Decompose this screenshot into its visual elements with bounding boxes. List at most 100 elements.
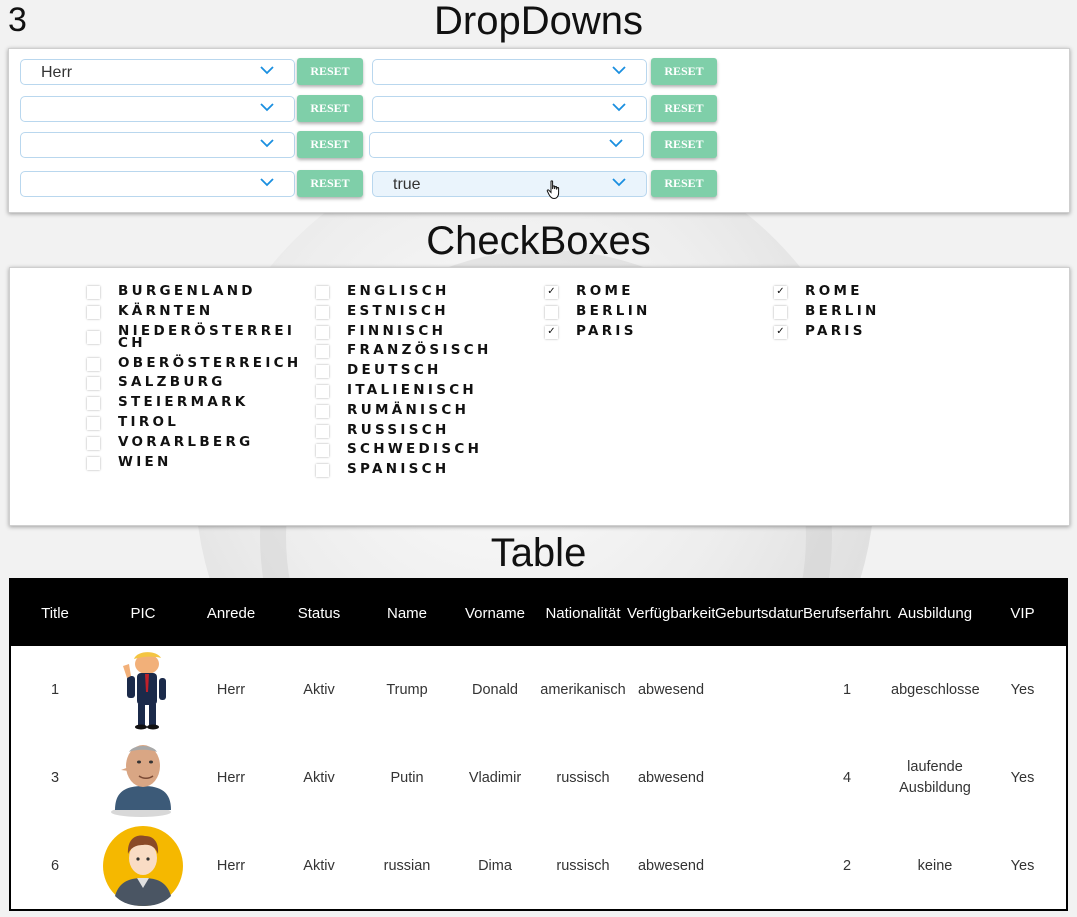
checkboxes-title: CheckBoxes	[426, 219, 651, 263]
checkbox[interactable]	[316, 345, 329, 359]
dropdown-left-2[interactable]	[20, 96, 295, 122]
cell-vorname: Dima	[478, 858, 512, 874]
dropdown-left-4[interactable]	[20, 171, 295, 197]
putin-caricature-image	[111, 745, 171, 817]
checkbox[interactable]	[545, 305, 558, 319]
cell-berufserfahrung: 1	[842, 682, 852, 698]
checkbox-checked[interactable]: ✓	[774, 286, 787, 299]
cell-vip: Yes	[1010, 770, 1035, 786]
cell-nationalitaet: russisch	[556, 858, 610, 874]
checkbox-label: OBERÖSTERREICH	[118, 354, 302, 371]
cell-ausbildung: laufende Ausbildung	[899, 759, 971, 796]
checkbox[interactable]	[87, 377, 100, 391]
checkbox[interactable]	[316, 424, 329, 438]
reset-button[interactable]: RESET	[651, 95, 717, 122]
column-header[interactable]: Vorname	[451, 580, 539, 646]
dropdown-left-3[interactable]	[20, 132, 295, 158]
checkbox[interactable]	[316, 325, 329, 339]
reset-button[interactable]: RESET	[297, 131, 363, 158]
chevron-down-icon	[612, 103, 626, 112]
column-header[interactable]: Geburtsdatum	[715, 580, 803, 646]
checkbox[interactable]	[87, 436, 100, 450]
checkbox-label: PARIS	[576, 322, 637, 339]
column-header[interactable]: Nationalität	[539, 580, 627, 646]
cell-verfuegbarkeit: abwesend	[637, 682, 705, 698]
checkbox[interactable]	[87, 456, 100, 470]
checkbox-checked[interactable]: ✓	[545, 286, 558, 299]
cell-vorname: Donald	[472, 682, 518, 698]
column-header[interactable]: PIC	[99, 580, 187, 646]
checkbox-label: TIROL	[118, 413, 180, 430]
checkbox-label: RUSSISCH	[347, 421, 450, 438]
checkbox[interactable]	[316, 286, 329, 299]
cell-status: Aktiv	[303, 682, 335, 698]
cell-name: Trump	[386, 682, 428, 698]
column-header[interactable]: Title	[11, 580, 99, 646]
cell-nationalitaet: russisch	[556, 770, 610, 786]
column-header[interactable]: Name	[363, 580, 451, 646]
checkbox[interactable]	[316, 305, 329, 319]
checkbox[interactable]	[87, 305, 100, 319]
column-header[interactable]: Berufserfahrung	[803, 580, 891, 646]
checkbox-label: DEUTSCH	[347, 362, 442, 379]
checkbox-label: SALZBURG	[118, 374, 226, 391]
checkbox-label: BURGENLAND	[118, 283, 256, 299]
checkbox[interactable]	[87, 286, 100, 299]
column-header[interactable]: Verfügbarkeit	[627, 580, 715, 646]
checkbox-label: NIEDERÖSTERREICH	[118, 322, 296, 351]
cell-nationalitaet: amerikanisch	[540, 682, 626, 698]
cell-anrede: Herr	[216, 682, 246, 698]
checkbox[interactable]	[87, 416, 100, 430]
checkbox[interactable]	[316, 464, 329, 478]
checkbox[interactable]	[87, 357, 100, 371]
column-header[interactable]: Anrede	[187, 580, 275, 646]
column-header[interactable]: Status	[275, 580, 363, 646]
checkbox[interactable]	[316, 404, 329, 418]
chevron-down-icon	[260, 139, 274, 148]
reset-button[interactable]: RESET	[651, 58, 717, 85]
dropdown-right-4[interactable]: true	[372, 171, 647, 200]
dropdowns-title: DropDowns	[434, 0, 643, 43]
checkbox-checked[interactable]: ✓	[545, 325, 558, 339]
column-header[interactable]: Ausbildung	[891, 580, 979, 646]
checkbox-label: WIEN	[118, 453, 172, 470]
checkbox-label: SPANISCH	[347, 461, 450, 478]
cell-title: 3	[50, 770, 60, 786]
cell-verfuegbarkeit: abwesend	[637, 770, 705, 786]
table-row[interactable]: 1 Herr Aktiv Trump Donald amerikanisch a…	[11, 646, 1066, 734]
column-header[interactable]: VIP	[979, 580, 1066, 646]
dropdown-left-1[interactable]: Herr	[20, 59, 295, 85]
reset-button[interactable]: RESET	[297, 170, 363, 197]
checkbox[interactable]	[87, 397, 100, 411]
checkbox-label: ROME	[576, 283, 634, 299]
checkbox-checked[interactable]: ✓	[774, 325, 787, 339]
reset-button[interactable]: RESET	[651, 131, 717, 158]
cell-pic	[99, 646, 187, 734]
checkbox[interactable]	[316, 384, 329, 398]
reset-button[interactable]: RESET	[297, 58, 363, 85]
checkbox-label: KÄRNTEN	[118, 302, 214, 319]
table-row[interactable]: 3 Herr Aktiv Putin Vladimir russisch abw…	[11, 734, 1066, 822]
avatar-placeholder-image	[103, 826, 183, 906]
cell-berufserfahrung: 4	[842, 770, 852, 786]
reset-button[interactable]: RESET	[297, 95, 363, 122]
checkbox-label: FINNISCH	[347, 322, 447, 339]
table-title: Table	[490, 531, 587, 575]
checkbox[interactable]	[774, 305, 787, 319]
data-table: Title PIC Anrede Status Name Vorname Nat…	[9, 578, 1068, 911]
dropdown-right-2[interactable]	[372, 96, 647, 122]
chevron-down-icon	[260, 66, 274, 75]
cell-status: Aktiv	[303, 858, 335, 874]
dropdown-right-3[interactable]	[369, 132, 644, 158]
checkbox[interactable]	[87, 330, 100, 344]
table-row[interactable]: 6 Herr Aktiv russian Dima russisch abwes…	[11, 822, 1066, 910]
cell-anrede: Herr	[216, 770, 246, 786]
checkbox[interactable]	[316, 444, 329, 458]
checkbox[interactable]	[316, 365, 329, 379]
cell-vorname: Vladimir	[468, 770, 522, 786]
reset-button[interactable]: RESET	[651, 170, 717, 197]
dropdown-right-1[interactable]	[372, 59, 647, 85]
checkboxes-panel: BURGENLAND KÄRNTEN NIEDERÖSTERREICH OBER…	[9, 267, 1070, 526]
cell-geburtsdatum	[715, 734, 803, 822]
dropdowns-panel: Herr RESET RESET RESET RESET RESET RESET…	[8, 48, 1070, 213]
